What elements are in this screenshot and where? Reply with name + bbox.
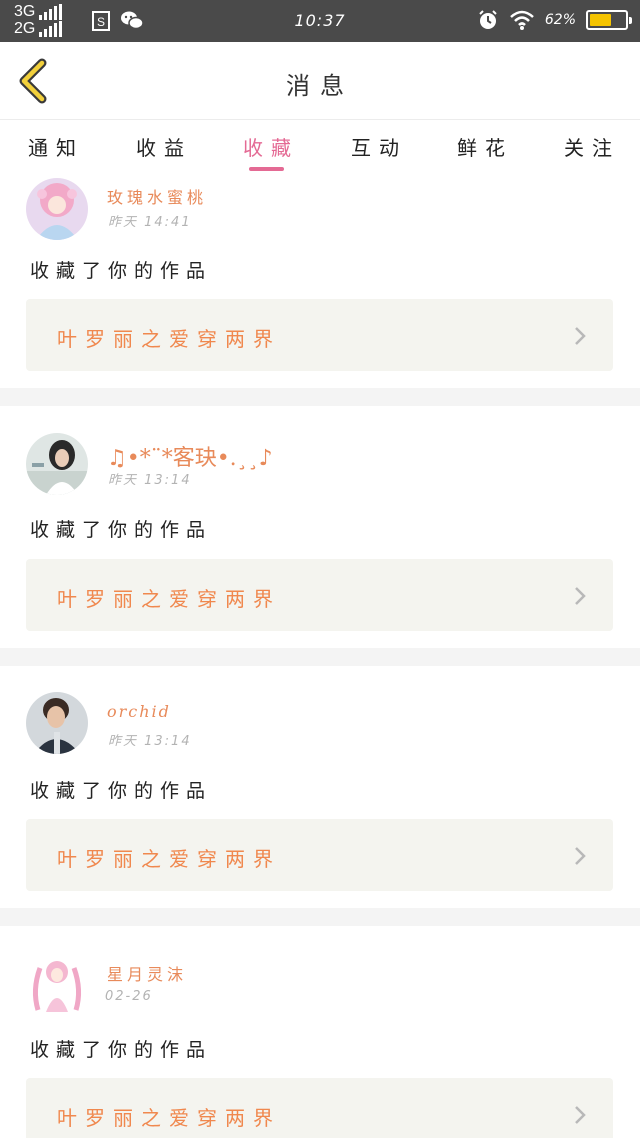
chevron-right-icon (575, 327, 586, 345)
work-title: 叶罗丽之爱穿两界 (57, 847, 281, 871)
message-tabs: 通知 收益 收藏 互动 鲜花 关注 (0, 120, 640, 172)
avatar[interactable] (26, 433, 88, 495)
tab-following[interactable]: 关注 (564, 132, 620, 161)
list-item: orchid 昨天 13:14 收藏了你的作品 叶罗丽之爱穿两界 (0, 666, 640, 908)
avatar[interactable] (26, 178, 88, 240)
chevron-right-icon (575, 587, 586, 605)
message-time: 昨天 14:41 (108, 215, 192, 230)
avatar[interactable] (26, 954, 88, 1016)
message-time: 昨天 13:14 (108, 734, 192, 749)
tab-interactions[interactable]: 互动 (351, 132, 407, 161)
action-text: 收藏了你的作品 (30, 780, 213, 802)
message-time: 02-26 (105, 989, 153, 1004)
work-title: 叶罗丽之爱穿两界 (57, 1106, 281, 1130)
work-title: 叶罗丽之爱穿两界 (57, 587, 281, 611)
work-title: 叶罗丽之爱穿两界 (57, 327, 281, 351)
username[interactable]: orchid (107, 702, 171, 721)
username[interactable]: ♫•*¨*客玦•.¸¸♪ (107, 440, 273, 472)
username[interactable]: 玫瑰水蜜桃 (107, 184, 207, 208)
tab-notifications[interactable]: 通知 (28, 132, 84, 161)
chevron-right-icon (575, 1106, 586, 1124)
work-link[interactable]: 叶罗丽之爱穿两界 (26, 819, 613, 891)
work-link[interactable]: 叶罗丽之爱穿两界 (26, 299, 613, 371)
work-link[interactable]: 叶罗丽之爱穿两界 (26, 1078, 613, 1138)
action-text: 收藏了你的作品 (30, 260, 213, 282)
status-bar: 3G 2G S 10:37 62% (0, 0, 640, 42)
alarm-icon (479, 10, 497, 29)
action-text: 收藏了你的作品 (30, 519, 213, 541)
message-time: 昨天 13:14 (108, 473, 192, 488)
work-link[interactable]: 叶罗丽之爱穿两界 (26, 559, 613, 631)
status-right-group: 62% (477, 9, 632, 31)
favorites-feed[interactable]: 玫瑰水蜜桃 昨天 14:41 收藏了你的作品 叶罗丽之爱穿两界 ♫•*¨*客玦•… (0, 172, 640, 1138)
wifi-icon (510, 10, 534, 30)
chevron-right-icon (575, 847, 586, 865)
list-item: 星月灵沫 02-26 收藏了你的作品 叶罗丽之爱穿两界 (0, 926, 640, 1138)
tab-flowers[interactable]: 鲜花 (457, 132, 513, 161)
active-tab-indicator (249, 167, 284, 171)
battery-icon (586, 10, 632, 30)
tab-earnings[interactable]: 收益 (136, 132, 192, 161)
app-header: 消息 (0, 42, 640, 120)
list-item: ♫•*¨*客玦•.¸¸♪ 昨天 13:14 收藏了你的作品 叶罗丽之爱穿两界 (0, 406, 640, 648)
username[interactable]: 星月灵沫 (107, 961, 187, 985)
list-item: 玫瑰水蜜桃 昨天 14:41 收藏了你的作品 叶罗丽之爱穿两界 (0, 172, 640, 388)
action-text: 收藏了你的作品 (30, 1039, 213, 1061)
page-title: 消息 (286, 72, 354, 100)
avatar[interactable] (26, 692, 88, 754)
tab-favorites[interactable]: 收藏 (243, 132, 299, 161)
battery-level-fill (590, 14, 612, 26)
battery-percent: 62% (544, 12, 576, 28)
